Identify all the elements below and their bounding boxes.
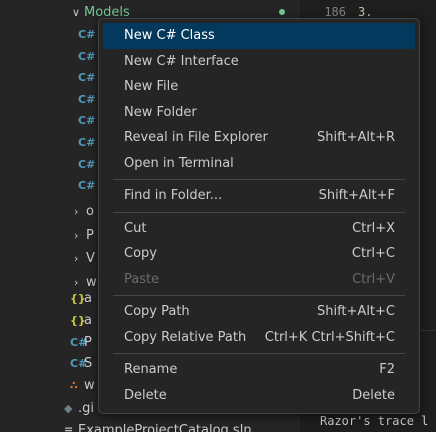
- menu-item-shortcut: Shift+Alt+F: [318, 188, 395, 203]
- tree-file-solution[interactable]: ≡ ExampleProjectCatalog.sln: [64, 420, 252, 432]
- menu-item-shortcut: Ctrl+V: [352, 271, 395, 287]
- tree-folder-item[interactable]: › o: [74, 201, 94, 223]
- menu-item-shortcut: Ctrl+X: [352, 220, 395, 236]
- tree-folder-item[interactable]: › V: [74, 248, 95, 270]
- tree-file-item[interactable]: {}a: [70, 288, 92, 310]
- menu-item-label: New Folder: [124, 104, 197, 120]
- tree-file-item[interactable]: C#: [78, 67, 96, 89]
- folder-label: P: [86, 227, 94, 243]
- menu-item-label: New File: [124, 79, 179, 94]
- tree-file-item[interactable]: C#: [78, 175, 96, 197]
- csharp-file-icon: C#: [78, 179, 96, 193]
- tree-file-item[interactable]: C#: [78, 110, 96, 132]
- csharp-file-icon: C#: [70, 335, 88, 349]
- menu-item-label: Open in Terminal: [124, 155, 234, 171]
- file-label: .gi: [78, 401, 94, 416]
- menu-item-label: Reveal in File Explorer: [124, 130, 268, 145]
- chevron-right-icon: ›: [74, 252, 79, 265]
- menu-item-shortcut: Shift+Alt+R: [317, 130, 395, 145]
- tree-file-item[interactable]: C#: [78, 24, 96, 46]
- menu-item-label: Find in Folder...: [124, 188, 223, 203]
- menu-item-shortcut: Shift+Alt+C: [316, 304, 395, 319]
- file-label: a: [84, 312, 92, 328]
- folder-label: o: [86, 204, 94, 219]
- menu-item-new-file[interactable]: New File: [103, 74, 415, 100]
- menu-item-shortcut: Ctrl+K Ctrl+Shift+C: [264, 329, 395, 345]
- csharp-file-icon: C#: [78, 49, 96, 63]
- menu-item-label: Copy Path: [124, 304, 190, 319]
- menu-item-label: Copy Relative Path: [124, 329, 247, 345]
- file-label: ExampleProjectCatalog.sln: [78, 423, 252, 432]
- tree-file-item[interactable]: {}a: [70, 310, 92, 332]
- file-label: S: [84, 356, 93, 372]
- menu-item-new-c-class[interactable]: New C# Class: [103, 23, 415, 49]
- csharp-file-icon: C#: [78, 114, 96, 128]
- menu-item-shortcut: Ctrl+C: [351, 246, 395, 261]
- menu-item-cut[interactable]: Cut Ctrl+X: [103, 216, 415, 242]
- tree-file-gitignore[interactable]: ◆ .gi: [64, 398, 94, 420]
- csharp-file-icon: C#: [78, 92, 96, 106]
- menu-item-copy-path[interactable]: Copy Path Shift+Alt+C: [103, 299, 415, 325]
- json-file-icon: {}: [70, 292, 86, 305]
- csharp-file-icon: C#: [78, 71, 96, 85]
- modified-dot-icon: [279, 9, 285, 15]
- tree-file-item[interactable]: C#S: [70, 353, 92, 375]
- menu-item-reveal-in-file-explorer[interactable]: Reveal in File Explorer Shift+Alt+R: [103, 125, 415, 151]
- tree-file-item[interactable]: C#: [78, 89, 96, 111]
- menu-item-label: Copy: [124, 246, 157, 261]
- folder-label: V: [86, 251, 95, 266]
- tree-file-item[interactable]: C#: [78, 46, 96, 68]
- tree-file-item[interactable]: C#: [78, 132, 96, 154]
- menu-separator: [113, 211, 405, 213]
- menu-separator: [113, 179, 405, 180]
- menu-item-copy-relative-path[interactable]: Copy Relative Path Ctrl+K Ctrl+Shift+C: [103, 325, 415, 351]
- tree-file-item[interactable]: ∴ w: [70, 375, 95, 397]
- chevron-right-icon: ›: [74, 228, 79, 242]
- tree-file-item[interactable]: C#: [78, 154, 96, 176]
- csharp-file-icon: C#: [78, 157, 96, 171]
- git-icon: ◆: [64, 402, 73, 415]
- menu-item-new-folder[interactable]: New Folder: [103, 100, 415, 126]
- file-label: a: [84, 291, 92, 306]
- menu-item-rename[interactable]: Rename F2: [103, 357, 415, 383]
- menu-item-delete[interactable]: Delete Delete: [103, 383, 415, 409]
- menu-item-new-c-interface[interactable]: New C# Interface: [103, 49, 415, 75]
- file-icon: ≡: [64, 424, 74, 432]
- menu-item-label: New C# Class: [124, 28, 215, 43]
- tree-file-item[interactable]: C#P: [70, 332, 92, 354]
- csharp-file-icon: C#: [78, 136, 96, 149]
- file-label: P: [84, 334, 92, 350]
- menu-item-label: Cut: [124, 220, 147, 236]
- rss-file-icon: ∴: [70, 379, 78, 393]
- menu-item-label: Delete: [124, 387, 167, 403]
- menu-item-label: New C# Interface: [124, 53, 239, 69]
- menu-separator: [113, 295, 405, 296]
- menu-item-shortcut: F2: [379, 362, 395, 377]
- menu-item-label: Rename: [124, 362, 178, 377]
- menu-item-paste: Paste Ctrl+V: [103, 267, 415, 293]
- csharp-file-icon: C#: [70, 357, 88, 371]
- csharp-file-icon: C#: [78, 28, 96, 41]
- menu-item-shortcut: Delete: [352, 387, 395, 403]
- file-label: w: [84, 378, 95, 394]
- json-file-icon: {}: [70, 313, 86, 327]
- chevron-down-icon: ∨: [72, 6, 81, 19]
- menu-separator: [113, 353, 405, 354]
- context-menu: New C# Class New C# Interface New File New …: [98, 18, 420, 414]
- menu-item-find-in-folder[interactable]: Find in Folder... Shift+Alt+F: [103, 183, 415, 209]
- menu-item-open-in-terminal[interactable]: Open in Terminal: [103, 151, 415, 177]
- output-line: Razor's trace l: [320, 414, 429, 428]
- menu-item-label: Paste: [124, 271, 160, 287]
- chevron-right-icon: ›: [74, 205, 79, 218]
- tree-folder-item[interactable]: › P: [74, 225, 94, 247]
- menu-item-copy[interactable]: Copy Ctrl+C: [103, 241, 415, 267]
